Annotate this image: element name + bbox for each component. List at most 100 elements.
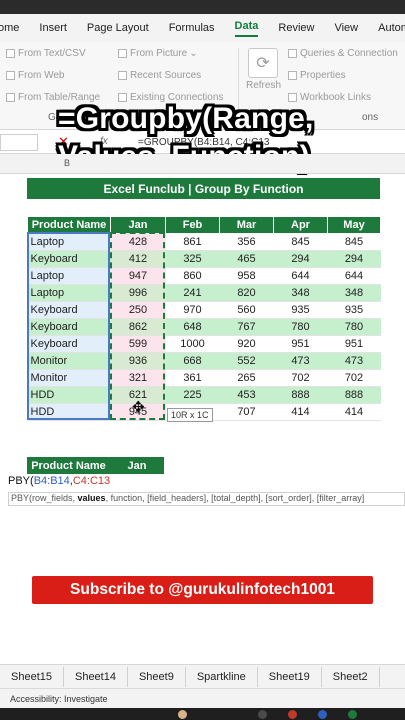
cell-value[interactable]: 250 — [110, 301, 166, 319]
sheet-tab-sheet15[interactable]: Sheet15 — [0, 666, 64, 687]
taskbar-app-icon[interactable] — [288, 710, 297, 719]
cell-product-name[interactable]: Keyboard — [27, 335, 111, 353]
cell-value[interactable]: 265 — [219, 369, 274, 387]
cell-value[interactable]: 920 — [219, 335, 274, 353]
taskbar-app-icon[interactable] — [318, 710, 327, 719]
cell-value[interactable]: 702 — [327, 369, 381, 387]
cell-value[interactable]: 356 — [219, 233, 274, 251]
from-picture-button[interactable]: From Picture ⌄ — [118, 48, 198, 59]
cell-value[interactable]: 465 — [219, 250, 274, 268]
cell-product-name[interactable]: Laptop — [27, 233, 111, 251]
cell-value[interactable]: 348 — [327, 284, 381, 302]
cell-value[interactable]: 560 — [219, 301, 274, 319]
cell-product-name[interactable]: Laptop — [27, 267, 111, 285]
cell-value[interactable]: 845 — [273, 233, 328, 251]
header-mar[interactable]: Mar — [219, 216, 274, 234]
sheet-tab-spartkline[interactable]: Spartkline — [186, 666, 258, 687]
cell-value[interactable]: 361 — [165, 369, 220, 387]
cell-product-name[interactable]: Laptop — [27, 284, 111, 302]
output-header-jan[interactable]: Jan — [110, 457, 164, 474]
from-text-csv-button[interactable]: From Text/CSV — [6, 48, 86, 59]
sheet-tab-sheet2[interactable]: Sheet2 — [322, 666, 380, 687]
cell-value[interactable]: 862 — [110, 318, 166, 336]
tab-insert[interactable]: Insert — [39, 22, 67, 34]
tab-view[interactable]: View — [334, 22, 358, 34]
cell-value[interactable]: 552 — [219, 352, 274, 370]
cell-value[interactable]: 225 — [165, 386, 220, 404]
sheet-tab-sheet14[interactable]: Sheet14 — [64, 666, 128, 687]
refresh-button-label[interactable]: Refresh — [246, 80, 281, 91]
cell-product-name[interactable]: Monitor — [27, 352, 111, 370]
cell-product-name[interactable]: Keyboard — [27, 318, 111, 336]
cell-value[interactable]: 241 — [165, 284, 220, 302]
cell-value[interactable]: 767 — [219, 318, 274, 336]
column-header-b[interactable]: B — [64, 158, 70, 168]
cell-value[interactable]: 845 — [327, 233, 381, 251]
cell-value[interactable]: 668 — [165, 352, 220, 370]
cell-product-name[interactable]: HDD — [27, 386, 111, 404]
cell-value[interactable]: 860 — [165, 267, 220, 285]
cell-product-name[interactable]: Monitor — [27, 369, 111, 387]
cell-value[interactable]: 936 — [110, 352, 166, 370]
cell-value[interactable]: 473 — [327, 352, 381, 370]
cell-value[interactable]: 820 — [219, 284, 274, 302]
tab-formulas[interactable]: Formulas — [169, 22, 215, 34]
sheet-tab-sheet19[interactable]: Sheet19 — [258, 666, 322, 687]
tab-automate[interactable]: Autom — [378, 22, 405, 34]
header-jan[interactable]: Jan — [110, 216, 166, 234]
tab-data[interactable]: Data — [234, 20, 259, 37]
cell-value[interactable]: 644 — [327, 267, 381, 285]
tab-home[interactable]: ome — [0, 22, 19, 34]
refresh-icon[interactable]: ⟳ — [248, 48, 278, 78]
cell-value[interactable]: 996 — [110, 284, 166, 302]
cell-value[interactable]: 951 — [327, 335, 381, 353]
cell-value[interactable]: 644 — [273, 267, 328, 285]
cell-value[interactable]: 294 — [273, 250, 328, 268]
header-feb[interactable]: Feb — [165, 216, 220, 234]
cell-value[interactable]: 1000 — [165, 335, 220, 353]
cell-product-name[interactable]: Keyboard — [27, 301, 111, 319]
taskbar-app-icon[interactable] — [348, 710, 357, 719]
cell-value[interactable]: 321 — [110, 369, 166, 387]
cell-value[interactable]: 325 — [165, 250, 220, 268]
cell-value[interactable]: 861 — [165, 233, 220, 251]
cell-value[interactable]: 294 — [327, 250, 381, 268]
accessibility-status[interactable]: Accessibility: Investigate — [10, 694, 108, 704]
cell-value[interactable]: 453 — [219, 386, 274, 404]
header-may[interactable]: May — [327, 216, 381, 234]
cell-formula-editor[interactable]: PBY(B4:B14,C4:C13 — [8, 475, 110, 487]
sheet-tab-sheet9[interactable]: Sheet9 — [128, 666, 186, 687]
tab-review[interactable]: Review — [278, 22, 314, 34]
cell-value[interactable]: 702 — [273, 369, 328, 387]
cell-product-name[interactable]: HDD — [27, 403, 111, 421]
cell-product-name[interactable]: Keyboard — [27, 250, 111, 268]
cell-value[interactable]: 958 — [219, 267, 274, 285]
cell-value[interactable]: 648 — [165, 318, 220, 336]
cell-value[interactable]: 888 — [273, 386, 328, 404]
header-apr[interactable]: Apr — [273, 216, 328, 234]
header-product-name[interactable]: Product Name — [27, 216, 111, 234]
cell-value[interactable]: 947 — [110, 267, 166, 285]
cell-value[interactable]: 951 — [273, 335, 328, 353]
cell-value[interactable]: 428 — [110, 233, 166, 251]
cell-value[interactable]: 780 — [273, 318, 328, 336]
cell-value[interactable]: 888 — [327, 386, 381, 404]
cell-value[interactable]: 935 — [327, 301, 381, 319]
output-header-product-name[interactable]: Product Name — [27, 457, 110, 474]
cell-value[interactable]: 412 — [110, 250, 166, 268]
cell-value[interactable]: 414 — [327, 403, 381, 421]
cell-value[interactable]: 970 — [165, 301, 220, 319]
avatar[interactable] — [178, 710, 187, 719]
tab-page-layout[interactable]: Page Layout — [87, 22, 149, 34]
cell-value[interactable]: 780 — [327, 318, 381, 336]
name-box[interactable] — [0, 134, 38, 151]
cell-value[interactable]: 414 — [273, 403, 328, 421]
taskbar-app-icon[interactable] — [258, 710, 267, 719]
cell-value[interactable]: 935 — [273, 301, 328, 319]
cell-value[interactable]: 473 — [273, 352, 328, 370]
properties-button[interactable]: Properties — [288, 70, 346, 81]
cell-value[interactable]: 707 — [219, 403, 274, 421]
recent-sources-button[interactable]: Recent Sources — [118, 70, 201, 81]
from-web-button[interactable]: From Web — [6, 70, 65, 81]
cell-value[interactable]: 348 — [273, 284, 328, 302]
